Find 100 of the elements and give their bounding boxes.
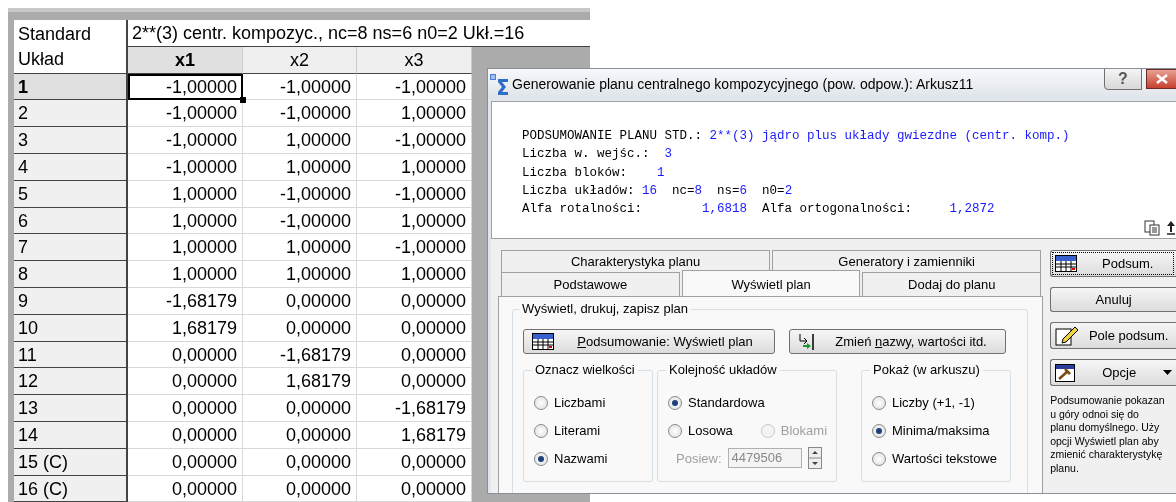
tab[interactable]: Dodaj do planu	[862, 272, 1042, 296]
radio-button[interactable]	[534, 451, 548, 466]
side-button[interactable]: Opcje	[1050, 359, 1176, 386]
table-cell: -1,00000	[243, 73, 357, 101]
side-button[interactable]: Pole podsum.	[1050, 322, 1176, 349]
seed-label: Posiew:	[676, 450, 722, 466]
group-title: Oznacz wielkości	[532, 362, 638, 377]
seed-field: 4479506	[727, 448, 802, 468]
table-cell: 0,00000	[128, 395, 243, 422]
grid-icon	[1055, 255, 1078, 272]
row-header[interactable]: 5	[14, 180, 128, 208]
radio-button[interactable]	[872, 423, 886, 438]
table-cell: -1,00000	[357, 234, 472, 262]
table-cell: -1,00000	[357, 180, 472, 208]
row-header[interactable]: 10	[14, 314, 128, 342]
sheet-title: 2**(3) centr. kompozyc., nc=8 ns=6 n0=2 Ukł.=16	[128, 20, 590, 47]
copy-icon[interactable]	[1144, 220, 1160, 236]
row-header[interactable]: 16 (C)	[14, 475, 128, 502]
table-cell: 1,68179	[128, 314, 243, 342]
grid-icon	[532, 333, 554, 350]
table-cell: -1,68179	[128, 287, 243, 315]
row-header[interactable]: 14	[14, 421, 128, 449]
radio-button[interactable]	[668, 395, 682, 410]
radio-option[interactable]: Literami	[534, 421, 652, 440]
table-cell: 0,00000	[357, 314, 472, 342]
radio-button[interactable]	[668, 423, 682, 438]
table-cell: 0,00000	[243, 448, 357, 476]
radio-button[interactable]	[872, 395, 886, 410]
side-button[interactable]: Anuluj	[1050, 287, 1176, 312]
table-cell: 1,00000	[357, 207, 472, 235]
arrow-icon	[798, 332, 815, 351]
help-button[interactable]: ?	[1104, 69, 1142, 90]
row-header[interactable]: 8	[14, 261, 128, 288]
table-cell: -1,00000	[128, 127, 243, 154]
radio-button[interactable]	[534, 395, 548, 410]
side-button[interactable]: Podsum.	[1050, 250, 1176, 277]
table-cell: -1,68179	[357, 395, 472, 422]
column-header[interactable]: x3	[357, 46, 472, 74]
tab[interactable]: Charakterystyka planu	[501, 250, 771, 272]
close-icon	[1154, 73, 1169, 85]
column-header[interactable]: x1	[128, 46, 243, 74]
radio-option[interactable]: Liczby (+1, -1)	[872, 393, 1010, 412]
table-cell: 0,00000	[128, 421, 243, 449]
table-cell: 1,00000	[357, 261, 472, 288]
table-cell: 1,00000	[243, 127, 357, 154]
row-header[interactable]: 3	[14, 127, 128, 154]
spinner-icon[interactable]	[807, 447, 822, 469]
table-cell: 1,00000	[243, 261, 357, 288]
row-header[interactable]: 15 (C)	[14, 448, 128, 476]
table-cell: 1,00000	[243, 154, 357, 181]
row-header[interactable]: 12	[14, 368, 128, 396]
radio-option[interactable]: Nazwami	[534, 449, 652, 468]
table-cell: 0,00000	[357, 448, 472, 476]
column-header[interactable]: x2	[243, 46, 357, 74]
table-cell: 0,00000	[243, 314, 357, 342]
tab[interactable]: Generatory i zamienniki	[772, 250, 1042, 272]
window-title: Generowanie planu centralnego kompozycyjnego (pow. odpow.): Arkusz11	[512, 76, 975, 92]
table-cell: 1,00000	[128, 261, 243, 288]
summary-line: Liczba w. wejśc.: 3	[522, 146, 674, 164]
row-header[interactable]: 4	[14, 154, 128, 181]
action-button[interactable]: Podsumowanie: Wyświetl plan	[523, 329, 775, 354]
table-cell: 1,00000	[128, 207, 243, 235]
table-cell: 0,00000	[357, 341, 472, 369]
row-header[interactable]: 1	[14, 73, 128, 101]
table-cell: -1,00000	[243, 100, 357, 128]
corner-header: Układ	[18, 48, 66, 71]
table-cell: 0,00000	[128, 475, 243, 502]
radio-option[interactable]: Liczbami	[534, 393, 652, 412]
table-cell: -1,00000	[128, 154, 243, 181]
table-cell: -1,00000	[357, 127, 472, 154]
tab[interactable]: Podstawowe	[501, 272, 680, 296]
help-text: Podsumowanie pokazan u góry odnoi się do planu domyślnego. Uży opcji Wyświetl plan aby zmienić charakterystykę planu.	[1050, 394, 1166, 475]
row-header[interactable]: 2	[14, 100, 128, 128]
radio-option[interactable]: Minima/maksima	[872, 421, 1010, 440]
group-title: Pokaż (w arkuszu)	[870, 362, 983, 377]
table-cell: 1,68179	[243, 368, 357, 396]
row-header[interactable]: 13	[14, 395, 128, 422]
group-title: Kolejność układów	[666, 362, 780, 377]
table-cell: 1,00000	[128, 234, 243, 262]
close-button[interactable]	[1146, 69, 1176, 89]
row-header[interactable]: 9	[14, 287, 128, 315]
radio-option[interactable]: Losowa	[668, 421, 733, 440]
row-header[interactable]: 7	[14, 234, 128, 262]
radio-button[interactable]	[534, 423, 548, 438]
row-header[interactable]: 6	[14, 207, 128, 235]
up-arrow-icon[interactable]	[1166, 220, 1176, 236]
caret-icon	[1163, 370, 1173, 375]
table-cell: 1,00000	[357, 100, 472, 128]
table-cell: 1,68179	[357, 421, 472, 449]
table-cell: 0,00000	[243, 475, 357, 502]
radio-button[interactable]	[872, 451, 886, 466]
summary-line: Liczba układów: 16 nc=8 ns=6 n0=2	[522, 182, 794, 200]
table-cell: 0,00000	[357, 368, 472, 396]
radio-option[interactable]: Standardowa	[668, 393, 836, 412]
radio-option[interactable]: Wartości tekstowe	[872, 449, 1010, 468]
row-header[interactable]: 11	[14, 341, 128, 369]
table-cell: 0,00000	[357, 475, 472, 502]
tab[interactable]: Wyświetl plan	[681, 270, 861, 296]
action-button[interactable]: Zmień nazwy, wartości itd.	[789, 329, 1006, 354]
notepad-icon	[1055, 325, 1080, 346]
